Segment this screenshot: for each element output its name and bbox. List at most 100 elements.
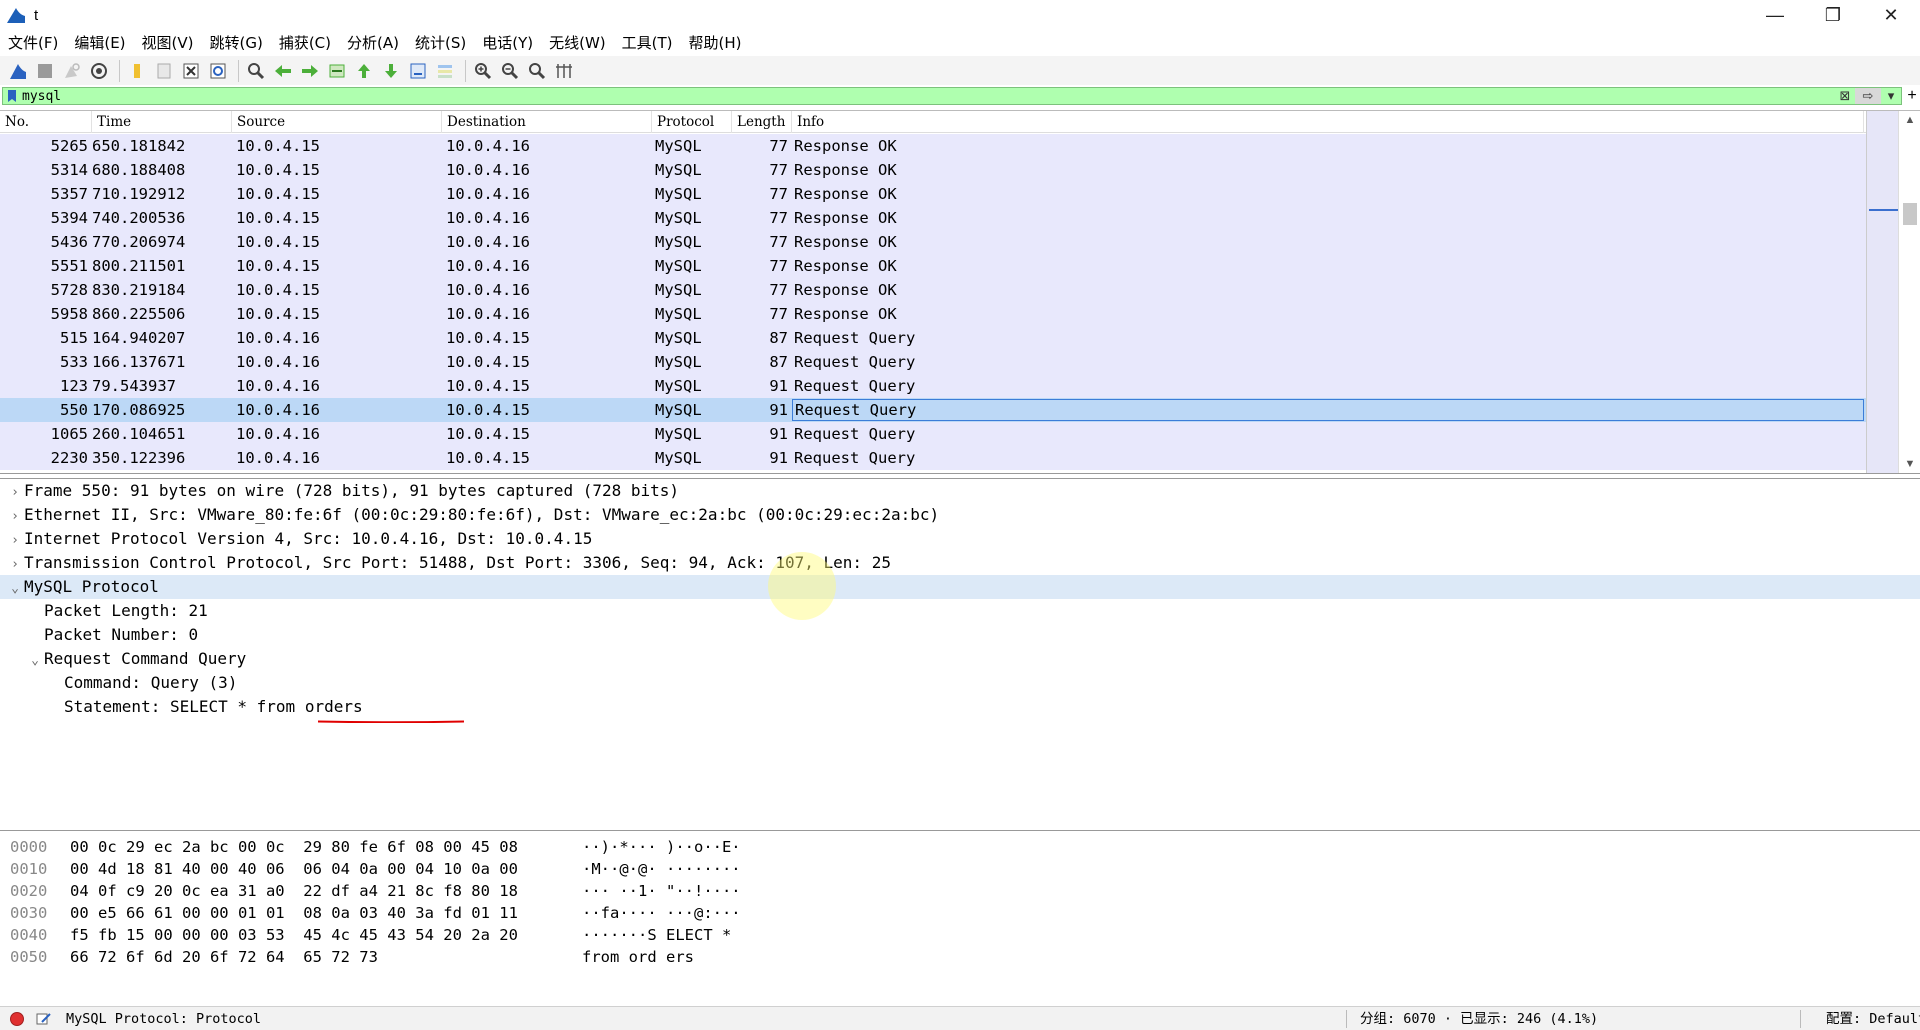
open-file-icon[interactable] — [125, 59, 149, 83]
add-filter-button[interactable]: + — [1904, 87, 1920, 105]
column-source[interactable]: Source — [232, 111, 442, 133]
packet-protocol: MySQL — [655, 401, 702, 419]
hex-row[interactable]: 0030 00 e5 66 61 00 00 01 01 08 0a 03 40 … — [0, 902, 1920, 924]
start-capture-icon[interactable] — [6, 59, 30, 83]
expand-arrow-icon[interactable]: › — [8, 529, 22, 553]
detail-tree-item[interactable]: › Transmission Control Protocol, Src Port… — [0, 551, 1920, 575]
column-time[interactable]: Time — [92, 111, 232, 133]
go-first-packet-icon[interactable] — [352, 59, 376, 83]
packet-row[interactable]: 5357 710.192912 10.0.4.15 10.0.4.16 MySQL 77 R… — [0, 182, 1866, 206]
menu-edit[interactable]: 编辑(E) — [66, 32, 133, 53]
packet-list-scrollbar[interactable]: ▲ ▼ — [1866, 111, 1920, 473]
go-to-packet-icon[interactable] — [325, 59, 349, 83]
detail-tree-item[interactable]: Command: Query (3) — [0, 671, 1920, 695]
packet-row[interactable]: 123 79.543937 10.0.4.16 10.0.4.15 MySQL 91 Req… — [0, 374, 1866, 398]
column-info[interactable]: Info — [792, 111, 1864, 133]
zoom-reset-icon[interactable] — [525, 59, 549, 83]
packet-row[interactable]: 5394 740.200536 10.0.4.15 10.0.4.16 MySQL 77 R… — [0, 206, 1866, 230]
hex-row[interactable]: 0040 f5 fb 15 00 00 00 03 53 45 4c 45 43 … — [0, 924, 1920, 946]
packet-length: 77 — [769, 233, 788, 251]
minimize-button[interactable]: — — [1746, 0, 1804, 30]
scroll-up-icon[interactable]: ▲ — [1903, 113, 1917, 127]
packet-source: 10.0.4.15 — [236, 305, 320, 323]
expert-info-icon[interactable] — [10, 1011, 24, 1026]
hex-offset: 0050 — [10, 948, 48, 966]
menu-analyze[interactable]: 分析(A) — [339, 32, 407, 53]
collapse-arrow-icon[interactable]: ⌄ — [28, 649, 42, 673]
column-no[interactable]: No. — [0, 111, 92, 133]
hex-row[interactable]: 0050 66 72 6f 6d 20 6f 72 64 65 72 73 from… — [0, 946, 1920, 968]
packet-row[interactable]: 1065 260.104651 10.0.4.16 10.0.4.15 MySQL 91 R… — [0, 422, 1866, 446]
zoom-in-icon[interactable] — [471, 59, 495, 83]
menu-telephony[interactable]: 电话(Y) — [474, 32, 541, 53]
reload-file-icon[interactable] — [206, 59, 230, 83]
go-back-icon[interactable] — [271, 59, 295, 83]
capture-options-icon[interactable] — [87, 59, 111, 83]
autoscroll-icon[interactable] — [406, 59, 430, 83]
capture-comment-icon[interactable] — [36, 1012, 52, 1026]
expand-arrow-icon[interactable]: › — [8, 505, 22, 529]
detail-tree-item[interactable]: › Ethernet II, Src: VMware_80:fe:6f (00:0… — [0, 503, 1920, 527]
hex-ascii: ··)·*··· )··o··E· — [582, 838, 741, 856]
menu-wireless[interactable]: 无线(W) — [541, 32, 614, 53]
packet-minimap[interactable] — [1866, 111, 1899, 473]
profile-indicator[interactable]: 配置: Default — [1826, 1007, 1920, 1030]
detail-tree-item[interactable]: › Internet Protocol Version 4, Src: 10.0.… — [0, 527, 1920, 551]
detail-tree-item[interactable]: ⌄ MySQL Protocol — [0, 575, 1920, 599]
detail-tree-item[interactable]: Packet Length: 21 — [0, 599, 1920, 623]
menu-help[interactable]: 帮助(H) — [681, 32, 750, 53]
stop-capture-icon[interactable] — [33, 59, 57, 83]
expand-arrow-icon[interactable]: › — [8, 481, 22, 505]
display-filter-input[interactable] — [18, 88, 1835, 104]
expand-arrow-icon[interactable]: › — [8, 553, 22, 577]
vertical-scrollbar[interactable]: ▲ ▼ — [1898, 111, 1920, 473]
column-protocol[interactable]: Protocol — [652, 111, 732, 133]
detail-tree-item[interactable]: › Frame 550: 91 bytes on wire (728 bits),… — [0, 479, 1920, 503]
packet-row[interactable]: 515 164.940207 10.0.4.16 10.0.4.15 MySQL 87 Re… — [0, 326, 1866, 350]
filter-dropdown-icon[interactable]: ▾ — [1881, 88, 1901, 104]
scrollbar-thumb[interactable] — [1903, 203, 1917, 225]
menu-go[interactable]: 跳转(G) — [202, 32, 271, 53]
packet-row[interactable]: 5728 830.219184 10.0.4.15 10.0.4.16 MySQL 77 R… — [0, 278, 1866, 302]
menu-statistics[interactable]: 统计(S) — [407, 32, 474, 53]
packet-row-selected[interactable]: 550 170.086925 10.0.4.16 10.0.4.15 MySQL 91 Re… — [0, 398, 1866, 422]
detail-tree-item[interactable]: ⌄ Request Command Query — [0, 647, 1920, 671]
detail-tree-item[interactable]: Packet Number: 0 — [0, 623, 1920, 647]
packet-row[interactable]: 5436 770.206974 10.0.4.15 10.0.4.16 MySQL 77 R… — [0, 230, 1866, 254]
go-last-packet-icon[interactable] — [379, 59, 403, 83]
hex-row[interactable]: 0010 00 4d 18 81 40 00 40 06 06 04 0a 00 … — [0, 858, 1920, 880]
go-forward-icon[interactable] — [298, 59, 322, 83]
menu-capture[interactable]: 捕获(C) — [271, 32, 339, 53]
scroll-down-icon[interactable]: ▼ — [1903, 457, 1917, 471]
close-button[interactable]: ✕ — [1862, 0, 1920, 30]
collapse-arrow-icon[interactable]: ⌄ — [8, 577, 22, 601]
packet-row[interactable]: 5314 680.188408 10.0.4.15 10.0.4.16 MySQL 77 R… — [0, 158, 1866, 182]
hex-row[interactable]: 0000 00 0c 29 ec 2a bc 00 0c 29 80 fe 6f … — [0, 836, 1920, 858]
find-packet-icon[interactable] — [244, 59, 268, 83]
packet-row[interactable]: 533 166.137671 10.0.4.16 10.0.4.15 MySQL 87 Re… — [0, 350, 1866, 374]
filter-clear-icon[interactable]: ⊠ — [1835, 88, 1855, 104]
packet-row[interactable]: 2230 350.122396 10.0.4.16 10.0.4.15 MySQL 91 R… — [0, 446, 1866, 470]
packet-row[interactable]: 5265 650.181842 10.0.4.15 10.0.4.16 MySQL 77 R… — [0, 134, 1866, 158]
resize-columns-icon[interactable] — [552, 59, 576, 83]
packet-length: 91 — [769, 377, 788, 395]
packet-info: Request Query — [792, 399, 1864, 421]
menu-file[interactable]: 文件(F) — [0, 32, 66, 53]
detail-tree-item[interactable]: Statement: SELECT * from orders — [0, 695, 1920, 719]
packet-list-header: No. Time Source Destination Protocol Len… — [0, 111, 1920, 133]
packet-row[interactable]: 5958 860.225506 10.0.4.15 10.0.4.16 MySQL 77 R… — [0, 302, 1866, 326]
menu-view[interactable]: 视图(V) — [134, 32, 202, 53]
save-file-icon[interactable] — [152, 59, 176, 83]
colorize-icon[interactable] — [433, 59, 457, 83]
column-destination[interactable]: Destination — [442, 111, 652, 133]
zoom-out-icon[interactable] — [498, 59, 522, 83]
restart-capture-icon[interactable] — [60, 59, 84, 83]
column-length[interactable]: Length — [732, 111, 792, 133]
filter-bookmark-icon[interactable] — [6, 89, 18, 103]
close-file-icon[interactable] — [179, 59, 203, 83]
filter-apply-icon[interactable]: ⇨ — [1855, 88, 1881, 104]
maximize-button[interactable]: ❐ — [1804, 0, 1862, 30]
menu-tools[interactable]: 工具(T) — [614, 32, 681, 53]
hex-row[interactable]: 0020 04 0f c9 20 0c ea 31 a0 22 df a4 21 … — [0, 880, 1920, 902]
packet-row[interactable]: 5551 800.211501 10.0.4.15 10.0.4.16 MySQL 77 R… — [0, 254, 1866, 278]
